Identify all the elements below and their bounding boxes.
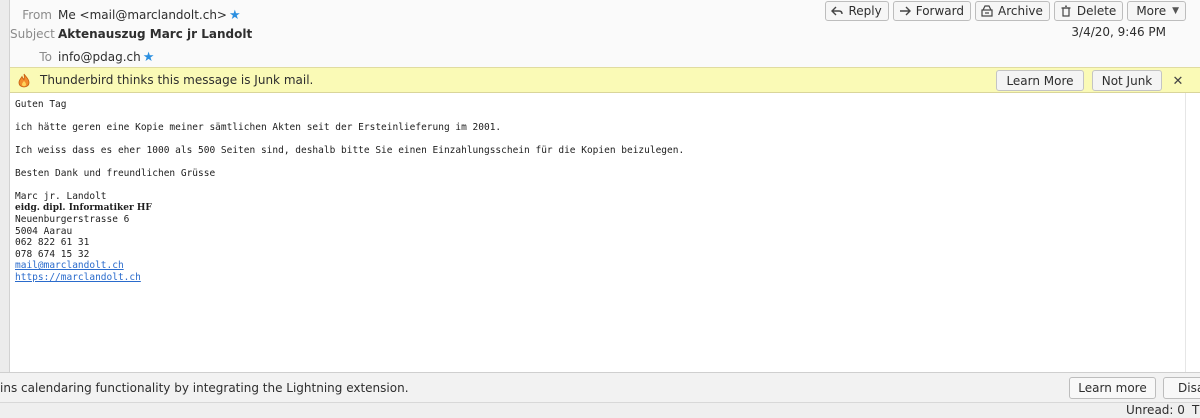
reply-label: Reply — [848, 4, 882, 18]
signature-phone-2: 078 674 15 32 — [15, 248, 90, 260]
junk-message: Thunderbird thinks this message is Junk … — [40, 73, 314, 87]
more-label: More — [1136, 4, 1167, 18]
chevron-down-icon: ▼ — [1172, 6, 1179, 16]
learn-more-button[interactable]: Learn More — [996, 70, 1084, 91]
message-date: 3/4/20, 9:46 PM — [1071, 25, 1166, 39]
left-scrollbar[interactable] — [0, 0, 10, 372]
closing-line: Besten Dank und freundlichen Grüsse — [15, 168, 216, 179]
learn-more-notification-button[interactable]: Learn more — [1069, 377, 1156, 399]
total-count: T — [1192, 403, 1200, 417]
unread-count: Unread: 0 — [1126, 403, 1185, 417]
delete-button[interactable]: Delete — [1053, 1, 1124, 21]
paragraph-2: Ich weiss dass es eher 1000 als 500 Seit… — [15, 145, 685, 156]
star-icon[interactable]: ★ — [143, 50, 155, 65]
archive-label: Archive — [997, 4, 1043, 18]
not-junk-button[interactable]: Not Junk — [1092, 70, 1162, 91]
disable-button[interactable]: Disa — [1163, 377, 1200, 399]
signature-phone-1: 062 822 61 31 — [15, 237, 90, 248]
to-label: To — [39, 50, 52, 64]
signature-name: Marc jr. Landolt — [15, 191, 107, 202]
forward-button[interactable]: Forward — [892, 1, 971, 21]
signature-city: 5004 Aarau — [15, 225, 73, 237]
reply-icon — [830, 4, 844, 18]
archive-button[interactable]: Archive — [974, 1, 1050, 21]
message-header: From Me <mail@marclandolt.ch> ★ Subject … — [10, 0, 1200, 67]
from-label: From — [22, 8, 52, 22]
signature-street: Neuenburgerstrasse 6 — [15, 214, 130, 225]
forward-label: Forward — [915, 4, 964, 18]
message-body: Guten Tag ich hätte geren eine Kopie mei… — [15, 99, 1165, 283]
forward-icon — [898, 4, 912, 18]
status-bar: Unread: 0 T — [0, 402, 1200, 418]
delete-label: Delete — [1076, 4, 1117, 18]
delete-icon — [1059, 4, 1073, 18]
to-row: To info@pdag.ch ★ — [10, 47, 154, 67]
right-scrollbar[interactable] — [1185, 93, 1200, 372]
extension-notification-bar: ins calendaring functionality by integra… — [0, 372, 1200, 402]
more-button[interactable]: More ▼ — [1127, 1, 1186, 21]
close-icon[interactable]: ✕ — [1168, 71, 1188, 91]
star-icon[interactable]: ★ — [229, 8, 241, 23]
paragraph-1: ich hätte geren eine Kopie meiner sämtli… — [15, 122, 502, 133]
from-row: From Me <mail@marclandolt.ch> ★ — [10, 5, 241, 25]
junk-fire-icon — [17, 73, 31, 88]
subject-label: Subject — [10, 27, 55, 41]
signature-title: eidg. dipl. Informatiker HF — [15, 202, 152, 213]
junk-notification-bar: Thunderbird thinks this message is Junk … — [10, 67, 1200, 93]
archive-icon — [980, 4, 994, 18]
greeting-line: Guten Tag — [15, 99, 67, 110]
signature-web-link[interactable]: https://marclandolt.ch — [15, 272, 141, 283]
reply-button[interactable]: Reply — [825, 1, 889, 21]
from-value[interactable]: Me <mail@marclandolt.ch> — [54, 8, 227, 22]
signature-email-link[interactable]: mail@marclandolt.ch — [15, 260, 124, 271]
to-value[interactable]: info@pdag.ch — [54, 50, 141, 64]
message-toolbar: Reply Forward Archive Delete More ▼ — [825, 1, 1186, 21]
subject-value: Aktenauszug Marc jr Landolt — [58, 27, 253, 41]
subject-row: Subject Aktenauszug Marc jr Landolt — [10, 24, 252, 44]
notification-text: ins calendaring functionality by integra… — [0, 381, 409, 395]
